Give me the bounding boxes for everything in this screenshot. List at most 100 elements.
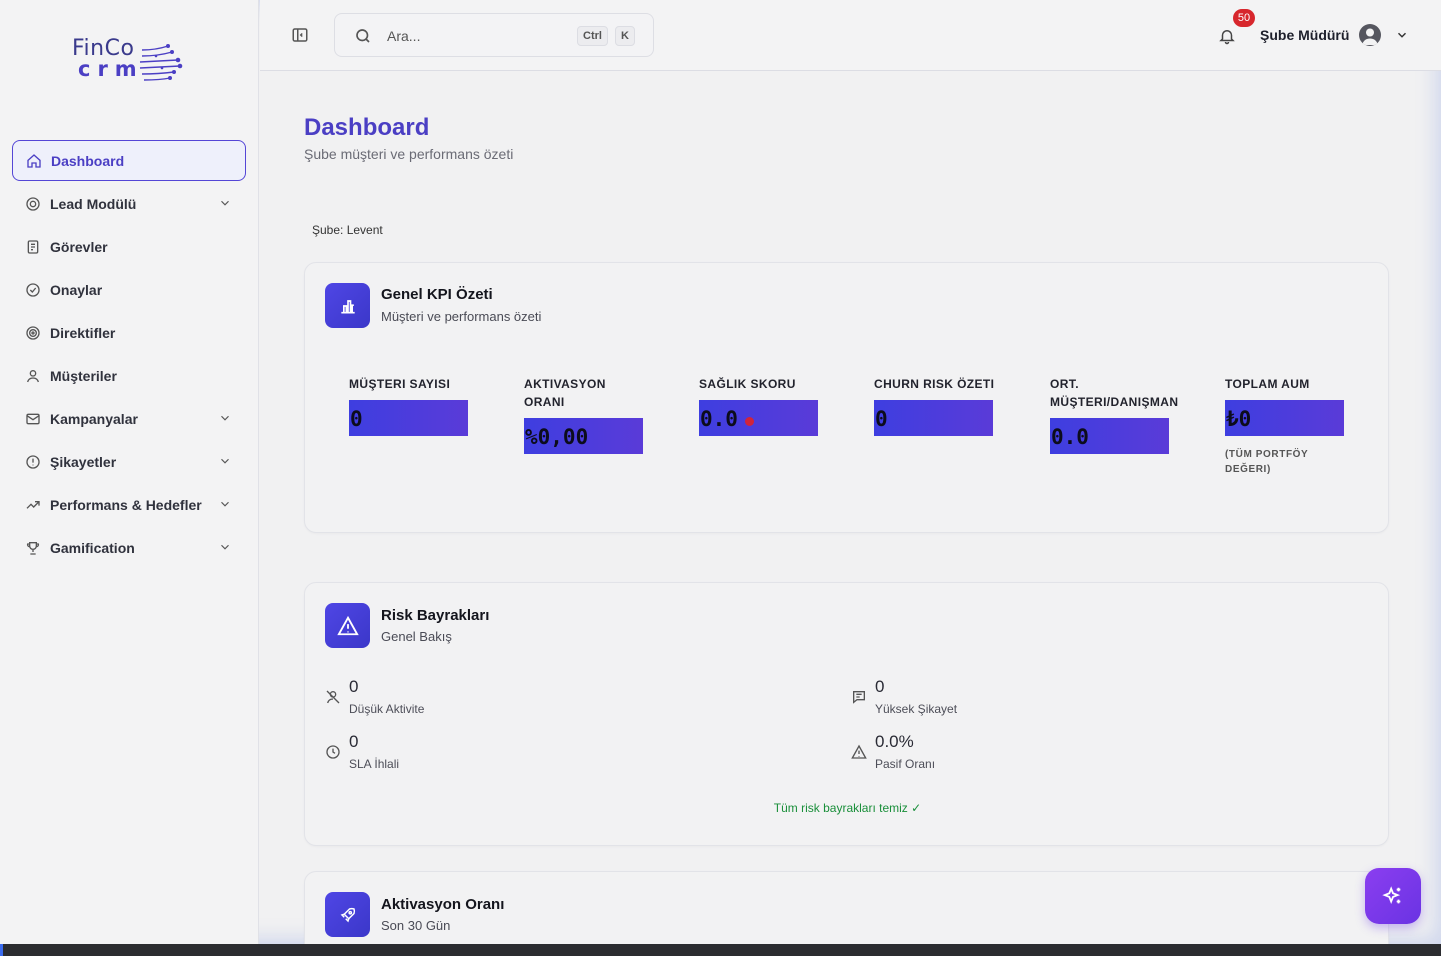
kpi-aktivasyon-orani: Aktivasyon Oranı %0,00 (524, 375, 644, 454)
radar-icon (24, 324, 42, 342)
notification-count-badge: 50 (1233, 9, 1255, 27)
warning-triangle-icon (325, 603, 370, 648)
chevron-down-icon (221, 501, 229, 507)
chevron-down-icon (221, 200, 229, 206)
sidebar-item-label: Müşteriler (50, 367, 117, 384)
sidebar-item-label: Kampanyalar (50, 410, 138, 427)
card-title: Risk Bayrakları (381, 607, 490, 624)
risk-value: 0 (349, 677, 359, 696)
kpi-toplam-aum: Toplam AUM ₺0 (Tüm Portföy Değeri) (1225, 375, 1375, 477)
trophy-icon (24, 539, 42, 557)
check-circle-icon (24, 281, 42, 299)
kpi-value: 0 (349, 400, 468, 436)
sidebar-item-sikayetler[interactable]: Şikayetler (12, 441, 246, 482)
sidebar-item-label: Şikayetler (50, 453, 117, 470)
page-title: Dashboard (304, 114, 430, 141)
risk-status-text: Tüm risk bayrakları temiz ✓ (773, 801, 922, 815)
risk-value: 0 (875, 677, 885, 696)
risk-label: Düşük Aktivite (349, 702, 425, 716)
kpi-value: 0.0 (700, 407, 738, 431)
sidebar-nav: Dashboard Lead Modülü Görevler Onaylar D… (12, 140, 246, 570)
kpi-note: (Tüm Portföy Değeri) (1225, 449, 1309, 475)
shortcut-ctrl-key: Ctrl (577, 26, 608, 46)
warning-triangle-icon (851, 744, 867, 759)
risk-label: Pasif Oranı (875, 757, 936, 771)
sidebar-item-label: Direktifler (50, 324, 116, 341)
shortcut-k-key: K (615, 26, 635, 46)
taskbar-strip (0, 944, 1441, 956)
ai-assistant-button[interactable] (1365, 868, 1421, 924)
sidebar-item-label: Onaylar (50, 281, 103, 298)
sidebar-item-direktifler[interactable]: Direktifler (12, 312, 246, 353)
health-status-dot (745, 417, 754, 426)
sidebar-item-lead-modulu[interactable]: Lead Modülü (12, 183, 246, 224)
search-box[interactable]: Ctrl K (334, 13, 654, 57)
target-icon (24, 195, 42, 213)
card-title: Genel KPI Özeti (381, 286, 493, 303)
kpi-label: Aktivasyon Oranı (524, 377, 606, 409)
page-subtitle: Şube müşteri ve performans özeti (304, 146, 514, 162)
app-frame: FinCo crm Dashboard Lead Modülü Görevler… (0, 0, 1441, 956)
clipboard-icon (24, 238, 42, 256)
risk-value: 0 (349, 732, 359, 751)
sidebar-item-label: Dashboard (51, 152, 125, 169)
kpi-value: ₺0 (1225, 400, 1344, 436)
message-alert-icon (853, 691, 865, 704)
kpi-label: Ort. Müşteri/Danışman (1050, 377, 1179, 409)
chevron-down-icon (221, 458, 229, 464)
chevron-down-icon[interactable] (1395, 28, 1409, 42)
risk-value: 0.0% (875, 732, 914, 751)
kpi-ort-musteri-danisman: Ort. Müşteri/Danışman 0.0 (1050, 375, 1190, 454)
rocket-icon (325, 892, 370, 937)
kpi-churn-risk: Churn Risk Özeti 0 (874, 375, 1024, 436)
kpi-label: Toplam AUM (1225, 377, 1310, 391)
kpi-label: Churn Risk Özeti (874, 377, 995, 391)
kpi-saglik-skoru: Sağlık Skoru 0.0 (699, 375, 849, 436)
kpi-musteri-sayisi: Müşteri Sayısı 0 (349, 375, 499, 436)
sidebar-item-musteriler[interactable]: Müşteriler (12, 355, 246, 396)
sidebar-item-performans-hedefler[interactable]: Performans & Hedefler (12, 484, 246, 525)
finco-crm-logo[interactable]: FinCo crm (72, 38, 192, 88)
sidebar-item-gorevler[interactable]: Görevler (12, 226, 246, 267)
sidebar-item-kampanyalar[interactable]: Kampanyalar (12, 398, 246, 439)
kpi-value: %0,00 (524, 418, 643, 454)
sidebar-item-label: Performans & Hedefler (50, 496, 202, 513)
kpi-value-wrapper: 0.0 (699, 400, 818, 436)
kpi-label: Müşteri Sayısı (349, 377, 451, 391)
kpi-value: 0.0 (1050, 418, 1169, 454)
user-avatar-icon (1362, 28, 1378, 45)
kpi-value: 0 (874, 400, 993, 436)
search-input[interactable] (387, 25, 567, 47)
sidebar-item-gamification[interactable]: Gamification (12, 527, 246, 568)
alert-circle-icon (24, 453, 42, 471)
card-subtitle: Genel Bakış (381, 629, 452, 644)
sparkles-icon (1382, 886, 1401, 904)
bar-chart-icon (325, 283, 370, 328)
sidebar: FinCo crm Dashboard Lead Modülü Görevler… (0, 0, 259, 944)
sidebar-item-onaylar[interactable]: Onaylar (12, 269, 246, 310)
notification-bell-icon[interactable] (1218, 26, 1236, 46)
card-subtitle: Son 30 Gün (381, 918, 451, 933)
user-off-icon (326, 690, 340, 704)
card-subtitle: Müşteri ve performans özeti (381, 309, 542, 324)
sidebar-item-label: Gamification (50, 539, 135, 556)
clock-icon (326, 745, 340, 759)
chevron-down-icon (221, 544, 229, 550)
branch-label: Şube: Levent (312, 223, 383, 237)
user-role-label[interactable]: Şube Müdürü (1260, 27, 1349, 43)
search-icon (356, 29, 370, 43)
user-icon (24, 367, 42, 385)
mail-icon (24, 410, 42, 428)
sidebar-item-label: Görevler (50, 238, 108, 255)
sidebar-item-dashboard[interactable]: Dashboard (12, 140, 246, 181)
risk-flags-card: Risk Bayrakları Genel Bakış 0 Düşük Akti… (304, 582, 1389, 846)
kpi-summary-card: Genel KPI Özeti Müşteri ve performans öz… (304, 262, 1389, 533)
sidebar-item-label: Lead Modülü (50, 195, 137, 212)
risk-label: SLA İhlali (349, 757, 400, 771)
home-icon (25, 152, 43, 170)
avatar[interactable] (1359, 24, 1381, 46)
trending-up-icon (24, 496, 42, 514)
sidebar-toggle-icon[interactable] (291, 26, 309, 44)
risk-label: Yüksek Şikayet (875, 702, 958, 716)
card-title: Aktivasyon Oranı (381, 896, 505, 913)
